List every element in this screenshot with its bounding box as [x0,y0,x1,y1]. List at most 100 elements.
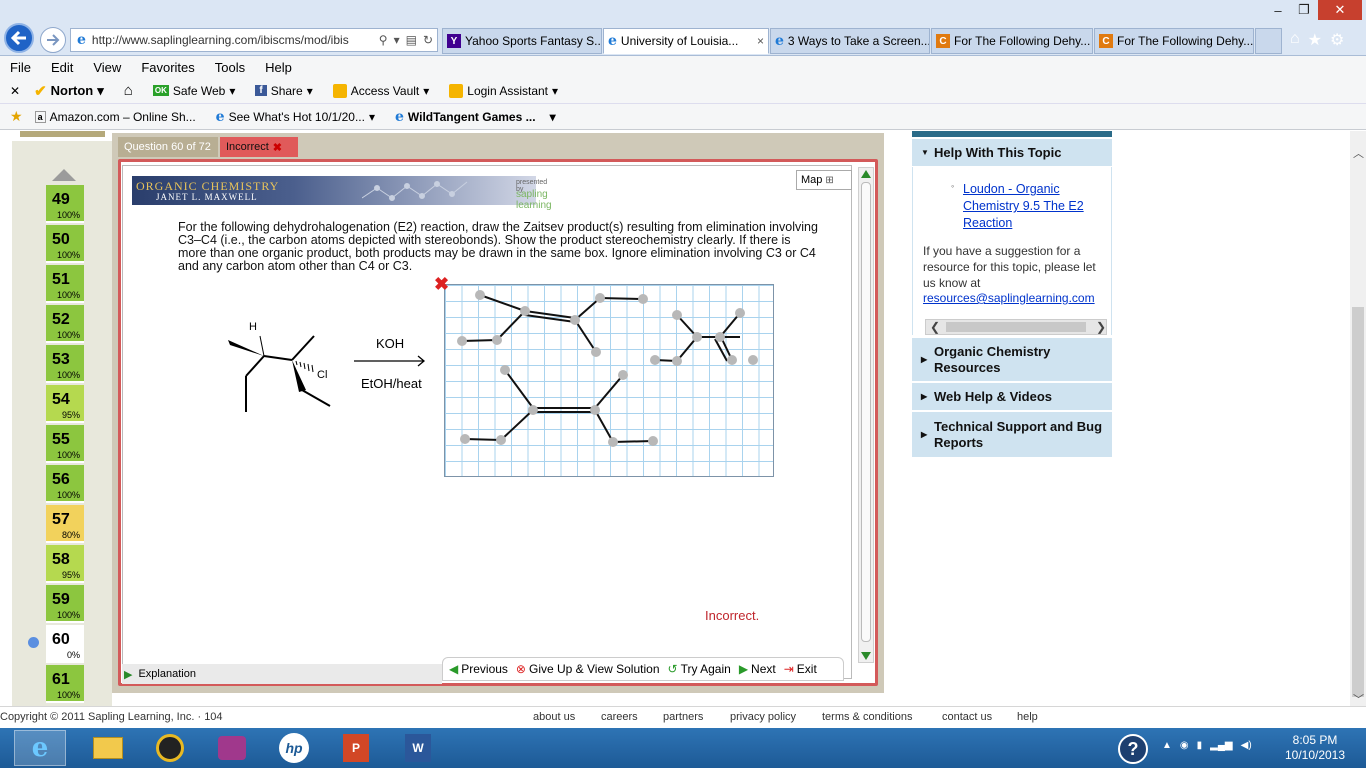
taskbar-media[interactable] [144,730,196,766]
dropdown-icon[interactable]: ▾ [394,33,400,47]
scroll-thumb[interactable] [861,182,871,642]
give-up-button[interactable]: ⊗ Give Up & View Solution [516,662,660,676]
scroll-left-icon[interactable]: ❮ [930,320,940,334]
restore-button[interactable]: ❐ [1288,0,1320,20]
share-button[interactable]: f Share ▾ [245,84,322,98]
close-window-button[interactable]: ✕ [1318,0,1362,20]
next-button[interactable]: ▶ Next [739,662,776,676]
access-vault-button[interactable]: Access Vault ▾ [323,83,440,98]
menu-favorites[interactable]: Favorites [131,60,204,75]
norton-tray-icon[interactable]: ◉ [1180,740,1189,751]
drawn-product-structures[interactable] [445,285,775,478]
show-hidden-icons[interactable]: ▲ [1162,740,1172,751]
question-nav-item[interactable]: 50 100% [46,225,84,263]
scroll-down-icon[interactable]: ﹀ [1353,691,1364,707]
taskbar-word[interactable]: W [392,730,444,766]
forward-button[interactable] [40,27,66,53]
safe-web-button[interactable]: OK Safe Web ▾ [143,84,246,98]
scroll-thumb[interactable] [946,322,1086,332]
taskbar-hp[interactable]: hp [268,730,320,766]
try-again-button[interactable]: ↺ Try Again [668,662,731,676]
favorites-star-icon[interactable]: ★ [0,108,25,125]
previous-button[interactable]: ◀ Previous [449,662,508,676]
question-nav-item[interactable]: 57 80% [46,505,84,543]
question-nav-item[interactable]: 58 95% [46,545,84,583]
question-nav-item[interactable]: 59 100% [46,585,84,623]
explanation-bar[interactable]: ▶ Explanation [122,664,442,684]
question-scrollbar[interactable] [858,167,874,663]
compat-view-icon[interactable]: ▤ [406,33,417,47]
taskbar-powerpoint[interactable]: P [330,730,382,766]
login-assistant-button[interactable]: Login Assistant ▾ [439,83,568,98]
footer-link-contact[interactable]: contact us [942,711,992,723]
question-nav-item[interactable]: 53 100% [46,345,84,383]
question-nav-item[interactable]: 51 100% [46,265,84,303]
gear-icon[interactable]: ⚙ [1330,30,1344,50]
tab-yahoo[interactable]: Y Yahoo Sports Fantasy S... [442,28,602,54]
taskbar-ie[interactable]: e [14,730,66,766]
home-icon[interactable]: ⌂ [1290,30,1300,50]
network-tray-icon[interactable]: ▮ [1197,740,1203,751]
scroll-up-icon[interactable]: ︿ [1353,145,1364,161]
scroll-thumb[interactable] [1352,307,1364,697]
tab-screenshot[interactable]: e 3 Ways to Take a Screen... [770,28,930,54]
footer-link-careers[interactable]: careers [601,711,638,723]
help-icon[interactable]: ? [1118,734,1148,764]
address-bar[interactable]: e http://www.saplinglearning.com/ibiscms… [70,28,438,52]
scroll-right-icon[interactable]: ❯ [1096,320,1106,334]
clock[interactable]: 8:05 PM 10/10/2013 [1280,733,1350,763]
web-help-section[interactable]: ▶ Web Help & Videos [912,383,1112,411]
favorite-whats-hot[interactable]: e See What's Hot 10/1/20... ▾ [206,109,385,125]
menu-tools[interactable]: Tools [205,60,255,75]
favorite-amazon[interactable]: a Amazon.com – Online Sh... [25,110,206,124]
scroll-up-icon[interactable] [861,170,871,178]
menu-help[interactable]: Help [255,60,302,75]
favorites-more-icon[interactable]: ▾ [550,110,556,124]
question-nav-item[interactable]: 54 95% [46,385,84,423]
question-nav-item[interactable]: 61 100% [46,665,84,703]
help-topic-header[interactable]: ▼ Help With This Topic [912,139,1112,167]
taskbar-connect[interactable] [206,730,258,766]
page-scrollbar[interactable]: ︿ ﹀ [1350,131,1366,706]
tab-chegg-2[interactable]: C For The Following Dehy... [1094,28,1254,54]
question-score: 95% [61,410,80,420]
exit-button[interactable]: ⇥ Exit [784,662,817,676]
scroll-down-icon[interactable] [861,652,871,660]
volume-icon[interactable]: ◀) [1241,740,1252,751]
home-toolbar-button[interactable]: ⌂ [114,82,143,99]
footer-link-terms[interactable]: terms & conditions [822,711,912,723]
footer-link-partners[interactable]: partners [663,711,703,723]
footer-link-about[interactable]: about us [533,711,575,723]
scroll-up-arrow-icon[interactable] [52,169,76,181]
answer-drawing-canvas[interactable] [444,284,774,477]
horizontal-scrollbar[interactable]: ❮ ❯ [925,319,1107,335]
menu-edit[interactable]: Edit [41,60,83,75]
question-nav-item[interactable]: 60 0% [46,625,84,663]
loudon-link[interactable]: Loudon - Organic Chemistry 9.5 The E2 Re… [963,181,1103,232]
taskbar-explorer[interactable] [82,730,134,766]
favorites-star-icon[interactable]: ★ [1308,30,1322,50]
favorite-wildtangent[interactable]: e WildTangent Games ... ▾ [385,109,566,125]
new-tab-button[interactable] [1255,28,1282,54]
norton-button[interactable]: ✔ Norton ▾ [24,82,114,100]
tab-university[interactable]: e University of Louisia... × [603,28,769,54]
question-nav-item[interactable]: 52 100% [46,305,84,343]
close-toolbar-icon[interactable]: ✕ [0,84,24,98]
footer-link-privacy[interactable]: privacy policy [730,711,796,723]
close-tab-icon[interactable]: × [757,34,764,48]
refresh-icon[interactable]: ↻ [423,33,433,47]
question-nav-item[interactable]: 49 100% [46,185,84,223]
signal-icon[interactable]: ▂▄▆ [1210,740,1232,751]
menu-file[interactable]: File [0,60,41,75]
search-icon[interactable]: ⚲ [379,33,388,47]
resources-email-link[interactable]: resources@saplinglearning.com [923,291,1095,305]
tab-chegg-1[interactable]: C For The Following Dehy... [931,28,1093,54]
organic-chemistry-resources-section[interactable]: ▶ Organic Chemistry Resources [912,338,1112,382]
map-button[interactable]: Map ⊞ [796,170,852,190]
footer-link-help[interactable]: help [1017,711,1038,723]
technical-support-section[interactable]: ▶ Technical Support and Bug Reports [912,412,1112,458]
question-nav-item[interactable]: 55 100% [46,425,84,463]
question-nav-item[interactable]: 56 100% [46,465,84,503]
back-button[interactable] [4,23,34,53]
menu-view[interactable]: View [83,60,131,75]
